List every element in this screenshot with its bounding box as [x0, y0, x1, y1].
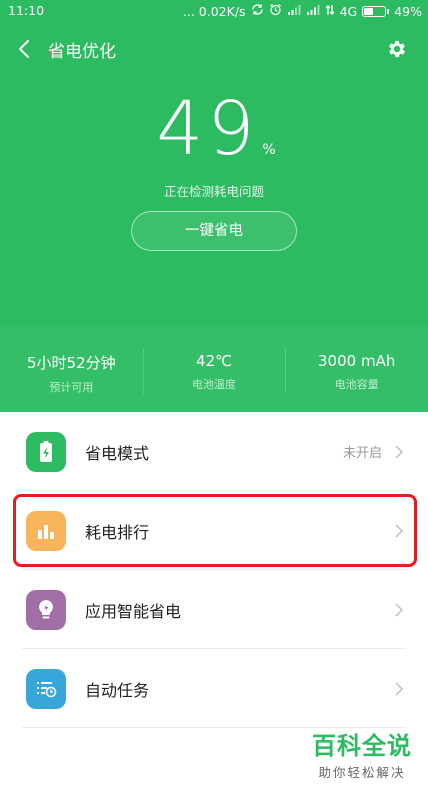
battery-percent-text: 49% — [394, 4, 422, 19]
menu-item-label: 自动任务 — [85, 680, 150, 700]
signal-icon-1 — [287, 4, 301, 19]
stat-value: 42℃ — [196, 352, 232, 370]
battery-percent-value: 49 — [156, 86, 259, 172]
scheduled-list-icon — [26, 669, 66, 709]
chevron-right-icon — [394, 681, 404, 697]
network-type: 4G — [339, 4, 358, 19]
stat-temperature: 42℃ 电池温度 — [142, 326, 286, 412]
watermark-subtitle: 助你轻松解决 — [318, 765, 406, 780]
menu-item-power-saving-mode[interactable]: 省电模式 未开启 — [0, 412, 428, 491]
network-speed: ... 0.02K/s — [182, 4, 246, 19]
one-key-save-button[interactable]: 一键省电 — [131, 211, 297, 251]
stat-value: 5小时52分钟 — [27, 354, 116, 372]
battery-percent-display: 49% — [0, 86, 428, 172]
top-app-bar: 省电优化 — [0, 30, 428, 68]
sync-icon — [251, 3, 264, 20]
lightbulb-icon — [26, 590, 66, 630]
stat-label: 电池温度 — [192, 378, 236, 391]
menu-item-app-smart-saving[interactable]: 应用智能省电 — [0, 570, 428, 649]
page-title: 省电优化 — [48, 42, 116, 62]
stat-label: 预计可用 — [49, 381, 94, 394]
signal-icon-2 — [306, 4, 320, 19]
stat-label: 电池容量 — [334, 378, 379, 391]
detect-status-text: 正在检测耗电问题 — [163, 184, 264, 199]
chevron-left-icon[interactable] — [14, 36, 36, 62]
status-bar: 11:10 ... 0.02K/s 4G 49% — [0, 0, 428, 22]
stat-remaining-time: 5小时52分钟 预计可用 — [0, 326, 143, 412]
menu-item-auto-tasks[interactable]: 自动任务 — [0, 649, 428, 728]
battery-stats: 5小时52分钟 预计可用 42℃ 电池温度 3000 mAh 电池容量 — [0, 326, 428, 412]
alarm-icon — [269, 3, 282, 20]
chevron-right-icon — [394, 602, 404, 618]
watermark-title: 百科全说 — [312, 732, 412, 760]
battery-icon — [362, 6, 390, 17]
status-indicators: ... 0.02K/s 4G 49% — [183, 3, 422, 20]
watermark: 百科全说 助你轻松解决 — [312, 732, 412, 781]
battery-percent-unit: % — [262, 142, 276, 158]
menu-item-status: 未开启 — [342, 446, 382, 461]
chevron-right-icon — [394, 444, 404, 460]
highlight-box — [13, 494, 417, 567]
menu-item-label: 应用智能省电 — [85, 601, 182, 621]
menu-list: 省电模式 未开启 耗电排行 应用智能省电 自动任务 — [0, 412, 428, 728]
header-panel: 11:10 ... 0.02K/s 4G 49% 省电优化 49 % 正在检测耗… — [0, 0, 428, 412]
menu-item-label: 省电模式 — [85, 443, 150, 463]
gear-icon[interactable] — [386, 38, 408, 60]
battery-charge-icon — [26, 432, 66, 472]
stat-value: 3000 mAh — [318, 352, 396, 370]
stat-capacity: 3000 mAh 电池容量 — [285, 326, 428, 412]
status-time: 11:10 — [8, 3, 45, 18]
data-transfer-icon — [325, 4, 335, 20]
